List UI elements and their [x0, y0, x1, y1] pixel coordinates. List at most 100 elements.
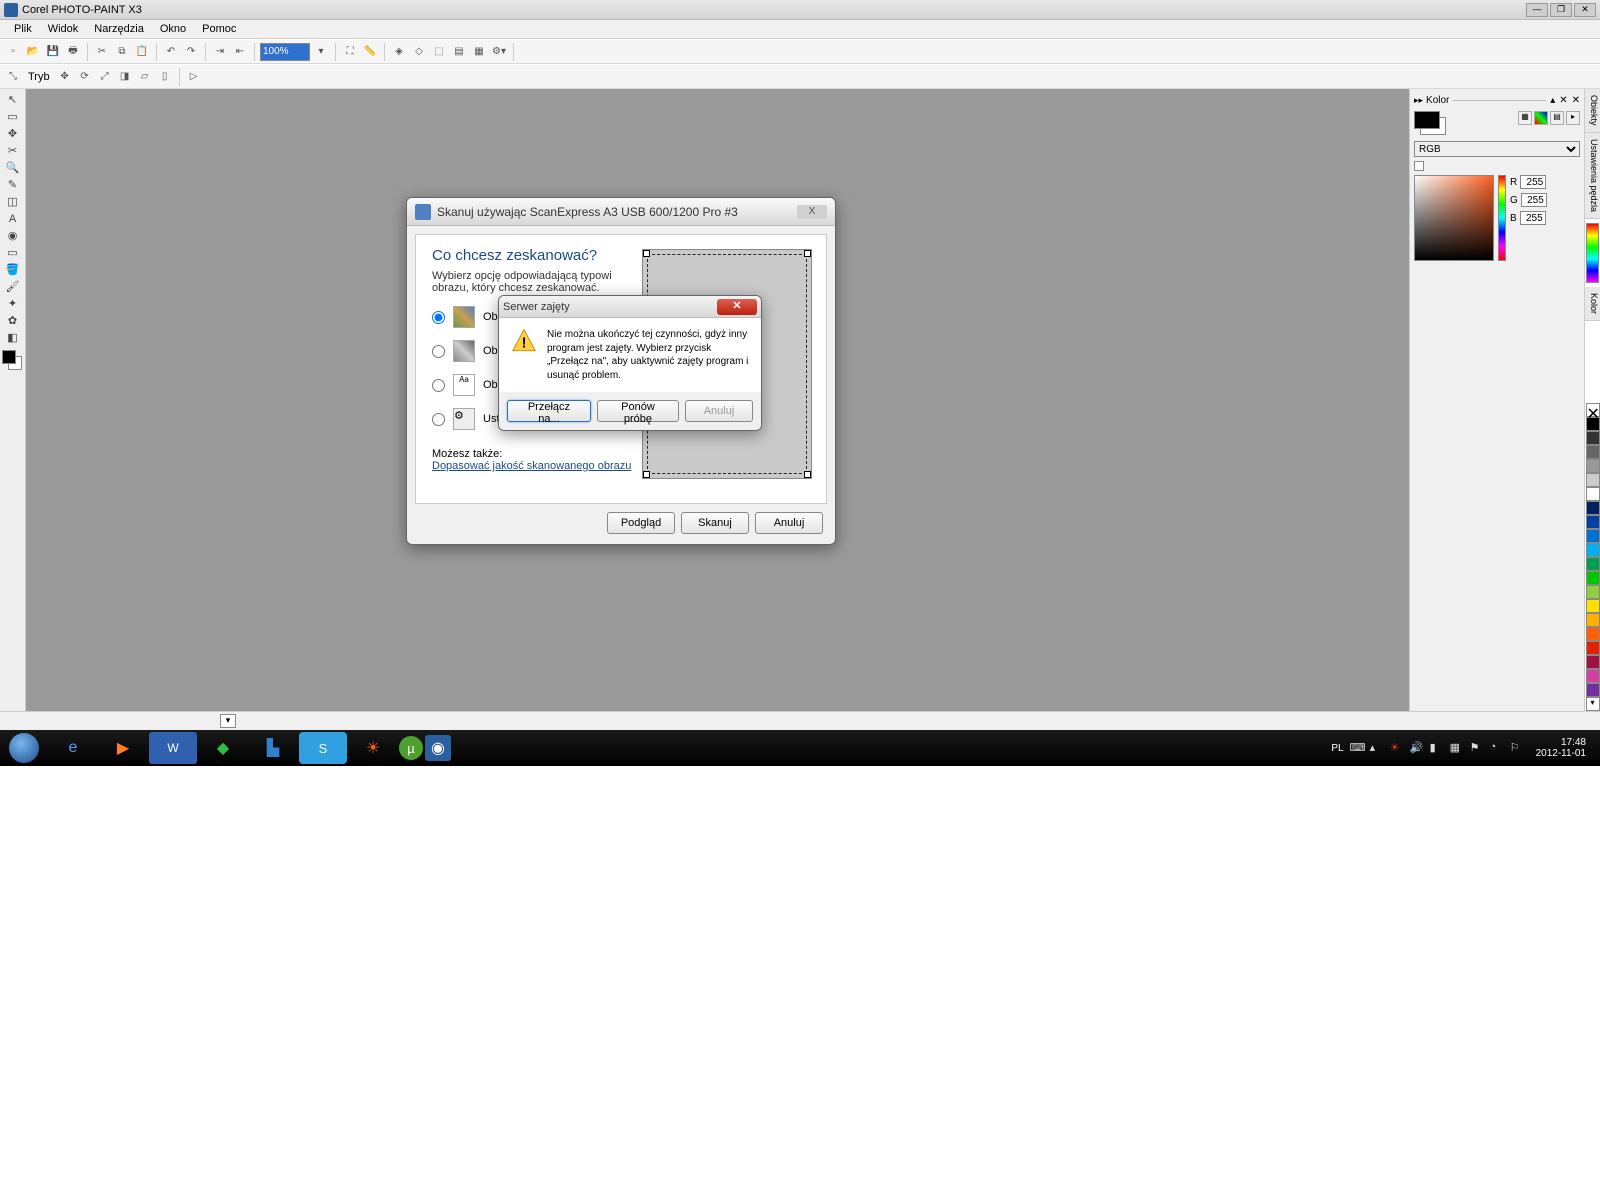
color-panel-collapse-icon[interactable]: ▴	[1550, 95, 1555, 106]
palette-swatch[interactable]	[1586, 683, 1600, 697]
tray-volume-icon[interactable]: 🔊	[1410, 741, 1424, 755]
undo-icon[interactable]: ↶	[162, 43, 180, 61]
palette-swatch[interactable]	[1586, 543, 1600, 557]
menu-file[interactable]: Plik	[6, 21, 40, 37]
color-picker-area[interactable]	[1414, 175, 1494, 261]
panel-options-icon[interactable]: ▸	[1566, 111, 1580, 125]
color-panel-more-close-icon[interactable]: ✕	[1572, 95, 1580, 106]
tray-flag-icon[interactable]: ⚐	[1510, 741, 1524, 755]
scan-option-gray-radio[interactable]	[432, 345, 445, 358]
tool-d-icon[interactable]: ▤	[450, 43, 468, 61]
palette-swatch[interactable]	[1586, 641, 1600, 655]
statusbar-combo[interactable]: ▾	[220, 714, 236, 728]
palette-swatch[interactable]	[1586, 487, 1600, 501]
spectrum-icon[interactable]	[1586, 223, 1599, 283]
palette-swatch[interactable]	[1586, 627, 1600, 641]
redo-icon[interactable]: ↷	[182, 43, 200, 61]
export-icon[interactable]: ⇤	[231, 43, 249, 61]
error-dialog-close-button[interactable]: ✕	[717, 299, 757, 315]
palette-swatch[interactable]	[1586, 473, 1600, 487]
outline-color-swatch[interactable]	[1414, 111, 1440, 129]
tool-e-icon[interactable]: ▦	[470, 43, 488, 61]
tray-language[interactable]: PL	[1331, 743, 1343, 754]
mode-distort-icon[interactable]: ▱	[136, 68, 154, 86]
new-icon[interactable]: ▫	[4, 43, 22, 61]
palette-swatch[interactable]	[1586, 585, 1600, 599]
taskbar-buildings-icon[interactable]: ▙	[249, 732, 297, 764]
maximize-button[interactable]: ❐	[1550, 3, 1572, 17]
image-sprayer-tool-icon[interactable]: ✿	[3, 312, 23, 329]
palette-swatch[interactable]	[1586, 669, 1600, 683]
taskbar-app-green-icon[interactable]: ◆	[199, 732, 247, 764]
palette-none[interactable]: ✕	[1586, 403, 1600, 417]
retry-button[interactable]: Ponów próbę	[597, 400, 679, 422]
taskbar-word-icon[interactable]: W	[149, 732, 197, 764]
redeye-tool-icon[interactable]: ◉	[3, 227, 23, 244]
copy-icon[interactable]: ⧉	[113, 43, 131, 61]
tool-b-icon[interactable]: ◇	[410, 43, 428, 61]
tray-sun-icon[interactable]: ☀	[1390, 741, 1404, 755]
preview-button[interactable]: Podgląd	[607, 512, 675, 534]
import-icon[interactable]: ⇥	[211, 43, 229, 61]
scan-option-custom-radio[interactable]	[432, 413, 445, 426]
selection-handle[interactable]	[643, 471, 650, 478]
fill-tool-icon[interactable]: 🪣	[3, 261, 23, 278]
cancel-button[interactable]: Anuluj	[755, 512, 823, 534]
foreground-color-swatch[interactable]	[2, 350, 16, 364]
palette-scroll-down-icon[interactable]: ▾	[1586, 697, 1600, 711]
close-button[interactable]: ✕	[1574, 3, 1596, 17]
palette-swatch[interactable]	[1586, 571, 1600, 585]
palette-swatch[interactable]	[1586, 529, 1600, 543]
minimize-button[interactable]: —	[1526, 3, 1548, 17]
ruler-icon[interactable]: 📏	[361, 43, 379, 61]
docker-tab-color[interactable]: Kolor	[1585, 287, 1600, 321]
scan-button[interactable]: Skanuj	[681, 512, 749, 534]
zoom-tool-icon[interactable]: 🔍	[3, 159, 23, 176]
selection-handle[interactable]	[643, 250, 650, 257]
scan-dialog-titlebar[interactable]: Skanuj używając ScanExpress A3 USB 600/1…	[407, 198, 835, 226]
paint-tool-icon[interactable]: 🖌	[3, 278, 23, 295]
g-input[interactable]	[1521, 193, 1547, 207]
selection-handle[interactable]	[804, 471, 811, 478]
play-icon[interactable]: ▷	[185, 68, 203, 86]
cut-icon[interactable]: ✂	[93, 43, 111, 61]
tray-clock[interactable]: 17:48 2012-11-01	[1530, 737, 1592, 760]
effect-tool-icon[interactable]: ✦	[3, 295, 23, 312]
tray-battery-icon[interactable]: ▮	[1430, 741, 1444, 755]
color-swatches[interactable]	[2, 350, 24, 372]
tray-up-icon[interactable]: ▴	[1370, 741, 1384, 755]
zoom-combo[interactable]: 100%	[260, 43, 310, 61]
tray-action-icon[interactable]: ⚑	[1470, 741, 1484, 755]
color-docker-expand-icon[interactable]: ▸▸	[1414, 95, 1423, 106]
scan-adjust-quality-link[interactable]: Dopasować jakość skanowanego obrazu	[432, 460, 631, 472]
error-dialog-titlebar[interactable]: Serwer zajęty ✕	[499, 296, 761, 318]
menu-window[interactable]: Okno	[152, 21, 194, 37]
save-icon[interactable]: 💾	[44, 43, 62, 61]
options-icon[interactable]: ⚙▾	[490, 43, 508, 61]
mode-skew-icon[interactable]: ◨	[116, 68, 134, 86]
palette-swatch[interactable]	[1586, 501, 1600, 515]
paste-icon[interactable]: 📋	[133, 43, 151, 61]
mask-rect-tool-icon[interactable]: ▭	[3, 108, 23, 125]
colormixer-2-icon[interactable]	[1534, 111, 1548, 125]
menu-tools[interactable]: Narzędzia	[86, 21, 152, 37]
pick-tool-icon[interactable]: ↖	[3, 91, 23, 108]
taskbar-photopaint-icon[interactable]: ◉	[425, 735, 451, 761]
switch-to-button[interactable]: Przełącz na...	[507, 400, 591, 422]
zoom-dropdown-icon[interactable]: ▾	[312, 43, 330, 61]
taskbar-ie-icon[interactable]: e	[49, 732, 97, 764]
eyedropper-tool-icon[interactable]: ✎	[3, 176, 23, 193]
mask-transform-tool-icon[interactable]: ✥	[3, 125, 23, 142]
color-panel-close-icon[interactable]: ✕	[1559, 95, 1567, 106]
colormixer-icon[interactable]: ▦	[1518, 111, 1532, 125]
palette-swatch[interactable]	[1586, 431, 1600, 445]
scan-option-bw-radio[interactable]	[432, 379, 445, 392]
taskbar-sun-icon[interactable]: ☀	[349, 732, 397, 764]
taskbar-skype-icon[interactable]: S	[299, 732, 347, 764]
print-icon[interactable]: 🖶	[64, 43, 82, 61]
dropshadow-tool-icon[interactable]: ◧	[3, 329, 23, 346]
palette-swatch[interactable]	[1586, 557, 1600, 571]
color-model-select[interactable]: RGB	[1414, 141, 1580, 157]
crop-tool-icon[interactable]: ✂	[3, 142, 23, 159]
b-input[interactable]	[1520, 211, 1546, 225]
